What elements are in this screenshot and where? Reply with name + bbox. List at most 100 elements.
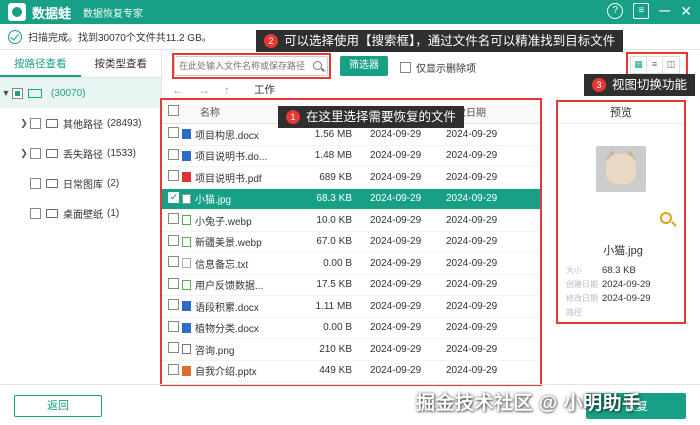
file-modified: 2024-09-29	[446, 171, 498, 183]
table-row[interactable]: 项目说明书.do... 1.48 MB 2024-09-29 2024-09-29	[162, 146, 540, 167]
file-modified: 2024-09-29	[446, 343, 498, 355]
row-checkbox[interactable]	[168, 127, 179, 139]
tree-item-gallery[interactable]: 日常图库 (2)	[0, 168, 161, 198]
table-row[interactable]: 用户反馈数据... 17.5 KB 2024-09-29 2024-09-29	[162, 275, 540, 296]
file-webp-icon	[182, 279, 191, 290]
row-checkbox[interactable]	[168, 299, 179, 311]
file-created: 2024-09-29	[370, 257, 422, 269]
table-row[interactable]: 小猫.jpg 68.3 KB 2024-09-29 2024-09-29	[162, 188, 540, 210]
select-all-checkbox[interactable]	[168, 104, 179, 116]
status-text: 扫描完成。找到30070个文件共11.2 GB。	[28, 33, 212, 44]
list-view-icon[interactable]: ≡	[647, 57, 663, 73]
tree-item-lost[interactable]: ❯ 丢失路径 (1533)	[0, 138, 161, 168]
table-row[interactable]: 新疆美景.webp 67.0 KB 2024-09-29 2024-09-29	[162, 232, 540, 253]
watermark: 掘金技术社区 @ 小明助手	[416, 393, 642, 414]
tab-by-type[interactable]: 按类型查看	[81, 50, 162, 77]
minimize-button[interactable]: —	[659, 5, 670, 17]
file-created: 2024-09-29	[370, 171, 422, 183]
file-webp-icon	[182, 236, 191, 247]
annotation-badge: 2	[264, 34, 278, 48]
tree-checkbox[interactable]	[30, 207, 41, 219]
table-row[interactable]: 语段积累.docx 1.11 MB 2024-09-29 2024-09-29	[162, 296, 540, 318]
show-deleted-option[interactable]: 仅显示删除项	[400, 60, 476, 75]
tree-item-wallpaper[interactable]: 桌面壁纸 (1)	[0, 198, 161, 228]
file-size: 1.56 MB	[314, 128, 352, 140]
caret-right-icon[interactable]: ❯	[18, 148, 30, 159]
folder-icon	[46, 148, 58, 158]
row-checkbox[interactable]	[168, 170, 179, 182]
table-row[interactable]: 信息备忘.txt 0.00 B 2024-09-29 2024-09-29	[162, 253, 540, 275]
up-arrow-icon[interactable]: ↑	[224, 83, 230, 97]
search-box[interactable]	[174, 56, 328, 76]
file-docx-icon	[182, 301, 191, 312]
show-deleted-checkbox[interactable]	[400, 62, 411, 73]
row-checkbox[interactable]	[168, 363, 179, 375]
file-name: 自我介绍.pptx	[195, 367, 257, 379]
current-path: 工作	[254, 84, 275, 96]
meta-key: 大小	[566, 266, 582, 275]
caret-right-icon[interactable]: ❯	[18, 118, 30, 129]
row-checkbox[interactable]	[168, 213, 179, 225]
file-created: 2024-09-29	[370, 214, 422, 226]
row-checkbox[interactable]	[168, 342, 179, 354]
file-modified: 2024-09-29	[446, 128, 498, 140]
tree-count: (28493)	[107, 117, 142, 129]
detail-view-icon[interactable]: ◫	[663, 57, 679, 73]
tab-by-path[interactable]: 按路径查看	[0, 50, 81, 77]
tree-checkbox[interactable]	[30, 117, 41, 129]
row-checkbox[interactable]	[168, 277, 179, 289]
filter-button[interactable]: 筛选器	[340, 56, 388, 76]
back-arrow-icon[interactable]: ←	[172, 83, 184, 97]
file-jpg-icon	[182, 193, 191, 204]
search-icon[interactable]	[313, 61, 322, 70]
menu-icon[interactable]: ≡	[633, 3, 650, 19]
tree-count: (30070)	[51, 87, 86, 99]
zoom-icon[interactable]	[660, 212, 672, 224]
title-bar: 数据蛙 数据恢复专家 ? ≡ — ✕	[0, 0, 700, 24]
table-row[interactable]: 咨询.png 210 KB 2024-09-29 2024-09-29	[162, 339, 540, 361]
drive-icon	[28, 88, 42, 98]
forward-arrow-icon[interactable]: →	[198, 83, 210, 97]
table-row[interactable]: 植物分类.docx 0.00 B 2024-09-29 2024-09-29	[162, 318, 540, 339]
close-button[interactable]: ✕	[680, 3, 692, 19]
preview-image	[596, 146, 646, 192]
row-checkbox[interactable]	[168, 320, 179, 332]
file-name: 新疆美景.webp	[195, 238, 262, 250]
file-size: 0.00 B	[323, 322, 352, 334]
file-pptx-icon	[182, 365, 191, 376]
row-checkbox[interactable]	[168, 148, 179, 160]
meta-key: 路径	[566, 308, 582, 317]
search-input[interactable]	[175, 57, 305, 75]
file-size: 10.0 KB	[316, 214, 352, 226]
help-icon[interactable]: ?	[607, 3, 624, 19]
file-name: 小兔子.webp	[195, 216, 252, 228]
row-checkbox[interactable]	[168, 191, 179, 203]
annotation-text: 在这里选择需要恢复的文件	[306, 110, 457, 124]
table-row[interactable]: 小兔子.webp 10.0 KB 2024-09-29 2024-09-29	[162, 210, 540, 232]
tree-item-other[interactable]: ❯ 其他路径 (28493)	[0, 108, 161, 138]
row-checkbox[interactable]	[168, 234, 179, 246]
file-created: 2024-09-29	[370, 236, 422, 248]
caret-down-icon[interactable]: ▼	[0, 88, 12, 98]
tree-item-root[interactable]: ▼ (30070)	[0, 78, 161, 108]
file-docx-icon	[182, 322, 191, 333]
file-name: 信息备忘.txt	[195, 259, 249, 271]
table-row[interactable]: 自我介绍.pptx 449 KB 2024-09-29 2024-09-29	[162, 361, 540, 382]
file-name: 用户反馈数据...	[195, 281, 264, 293]
table-row[interactable]: 项目说明书.pdf 689 KB 2024-09-29 2024-09-29	[162, 167, 540, 189]
preview-panel: 预览 小猫.jpg 大小 68.3 KB 创建日期 2024-09-29 修改日期 2…	[556, 100, 686, 324]
app-logo-icon	[8, 3, 26, 21]
file-name: 项目说明书.pdf	[195, 173, 262, 185]
col-name[interactable]: 名称	[182, 104, 288, 119]
back-button[interactable]: 返回	[14, 395, 102, 417]
file-size: 1.48 MB	[314, 150, 352, 162]
file-size: 67.0 KB	[316, 236, 352, 248]
grid-view-icon[interactable]: ▦	[631, 57, 647, 73]
annotation-badge: 3	[592, 78, 606, 92]
tree-checkbox[interactable]	[30, 177, 41, 189]
tree-checkbox[interactable]	[12, 87, 23, 99]
tree-checkbox[interactable]	[30, 147, 41, 159]
file-size: 0.00 B	[323, 257, 352, 269]
row-checkbox[interactable]	[168, 256, 179, 268]
tree-count: (2)	[107, 177, 120, 189]
